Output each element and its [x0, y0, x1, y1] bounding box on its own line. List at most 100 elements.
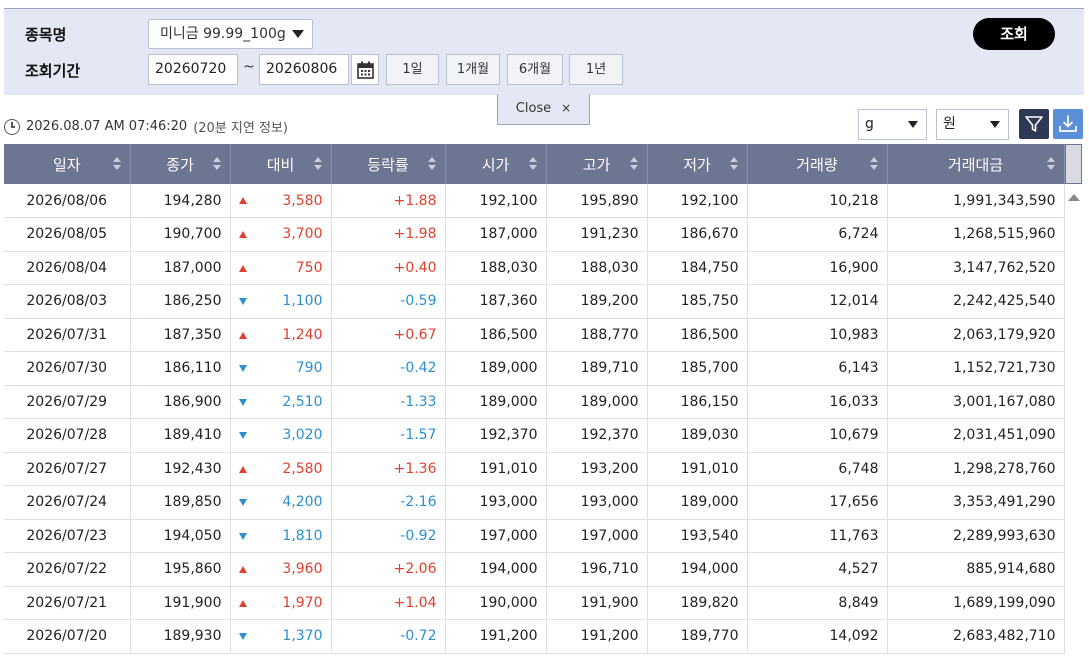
table-row[interactable]: 2026/07/22 195,860 3,960 +2.06 194,000 196,71… — [4, 552, 1065, 587]
column-header-label: 시가 — [481, 155, 510, 174]
change-value: 4,200 — [282, 494, 323, 511]
period-label: 조회기간 — [25, 62, 81, 80]
close-cell: 190,700 — [130, 217, 231, 252]
table-row[interactable]: 2026/07/28 189,410 3,020 -1.57 192,370 192,37… — [4, 418, 1065, 453]
open-cell: 189,000 — [445, 385, 547, 419]
column-header[interactable]: 거래대금 — [887, 144, 1065, 184]
scroll-up-arrow-icon[interactable] — [1068, 194, 1080, 201]
table-row[interactable]: 2026/07/20 189,930 1,370 -0.72 191,200 191,20… — [4, 619, 1065, 654]
amount-cell: 3,147,762,520 — [887, 251, 1065, 285]
vertical-scrollbar[interactable] — [1065, 144, 1082, 660]
high-cell: 195,890 — [546, 184, 648, 218]
weight-unit-select[interactable]: g — [858, 109, 927, 140]
triangle-down-icon — [238, 298, 247, 305]
table-row[interactable]: 2026/07/23 194,050 1,810 -0.92 197,000 197,00… — [4, 519, 1065, 553]
period-button-6m[interactable]: 6개월 — [507, 54, 563, 85]
table-row[interactable]: 2026/08/04 187,000 750 +0.40 188,030 188,030 1… — [4, 251, 1065, 285]
high-cell: 197,000 — [546, 519, 648, 553]
triangle-up-icon — [238, 231, 247, 238]
low-cell: 186,150 — [647, 385, 748, 419]
filter-button[interactable] — [1019, 109, 1049, 139]
column-header[interactable]: 종가 — [130, 144, 231, 184]
column-header[interactable]: 시가 — [445, 144, 547, 184]
change-cell: 1,970 — [230, 586, 332, 620]
period-button-1y[interactable]: 1년 — [569, 54, 623, 85]
column-header[interactable]: 일자 — [4, 144, 131, 184]
change-value: 1,370 — [282, 628, 323, 645]
sort-icon[interactable] — [112, 157, 121, 171]
table-row[interactable]: 2026/07/21 191,900 1,970 +1.04 190,000 191,90… — [4, 586, 1065, 620]
change-value: 3,020 — [282, 427, 323, 444]
close-cell: 187,350 — [130, 318, 231, 352]
weight-unit-value: g — [865, 116, 874, 132]
date-cell: 2026/07/29 — [4, 385, 131, 419]
rate-cell: -0.42 — [331, 351, 446, 386]
high-cell: 192,370 — [546, 418, 648, 453]
open-cell: 190,000 — [445, 586, 547, 620]
sort-icon[interactable] — [1046, 157, 1055, 171]
table-row[interactable]: 2026/08/05 190,700 3,700 +1.98 187,000 191,23… — [4, 217, 1065, 252]
product-select[interactable]: 미니금 99.99_100g — [148, 19, 313, 49]
table-row[interactable]: 2026/07/31 187,350 1,240 +0.67 186,500 188,77… — [4, 318, 1065, 352]
sort-icon[interactable] — [212, 157, 221, 171]
table-body: 2026/08/06 194,280 3,580 +1.88 192,100 195,89… — [4, 184, 1065, 654]
sort-icon[interactable] — [313, 157, 322, 171]
sort-icon[interactable] — [869, 157, 878, 171]
open-cell: 193,000 — [445, 485, 547, 520]
column-header-label: 종가 — [166, 155, 194, 174]
column-header[interactable]: 고가 — [546, 144, 648, 184]
close-cell: 191,900 — [130, 586, 231, 620]
download-button[interactable] — [1053, 109, 1083, 139]
change-value: 1,100 — [282, 293, 323, 310]
sort-icon[interactable] — [629, 157, 638, 171]
rate-cell: +0.40 — [331, 251, 446, 285]
low-cell: 189,030 — [647, 418, 748, 453]
table-row[interactable]: 2026/07/24 189,850 4,200 -2.16 193,000 193,00… — [4, 485, 1065, 520]
close-icon: × — [561, 101, 572, 115]
sort-icon[interactable] — [528, 157, 537, 171]
date-to-input[interactable]: 20260806 — [259, 54, 349, 85]
table-row[interactable]: 2026/07/27 192,430 2,580 +1.36 191,010 193,20… — [4, 452, 1065, 486]
currency-unit-select[interactable]: 원 — [936, 109, 1009, 140]
high-cell: 189,000 — [546, 385, 648, 419]
rate-cell: -0.92 — [331, 519, 446, 553]
open-cell: 189,000 — [445, 351, 547, 386]
delay-note: (20분 지연 정보) — [193, 121, 288, 136]
table-row[interactable]: 2026/08/06 194,280 3,580 +1.88 192,100 195,89… — [4, 184, 1065, 218]
column-header[interactable]: 대비 — [230, 144, 332, 184]
low-cell: 185,750 — [647, 284, 748, 319]
calendar-button[interactable] — [351, 54, 379, 85]
column-header[interactable]: 등락률 — [331, 144, 446, 184]
change-value: 750 — [295, 259, 323, 276]
scrollbar-thumb[interactable] — [1066, 145, 1081, 183]
period-button-1m[interactable]: 1개월 — [446, 54, 500, 85]
triangle-up-icon — [238, 264, 247, 272]
low-cell: 193,540 — [647, 519, 748, 553]
open-cell: 194,000 — [445, 552, 547, 587]
period-button-1d[interactable]: 1일 — [386, 54, 439, 85]
timestamp-info: 2026.08.07 AM 07:46:20 (20분 지연 정보) — [4, 117, 288, 136]
volume-cell: 14,092 — [747, 619, 888, 654]
date-from-input[interactable]: 20260720 — [148, 54, 238, 85]
change-cell: 1,810 — [230, 519, 332, 553]
column-header[interactable]: 거래량 — [747, 144, 888, 184]
change-value: 2,510 — [282, 393, 323, 410]
sort-icon[interactable] — [729, 157, 738, 171]
high-cell: 196,710 — [546, 552, 648, 587]
dropdown-caret-icon — [292, 30, 304, 38]
column-header[interactable]: 저가 — [647, 144, 748, 184]
table-row[interactable]: 2026/07/30 186,110 790 -0.42 189,000 189,710 1… — [4, 351, 1065, 386]
close-panel-tab[interactable]: Close × — [497, 94, 590, 125]
column-header-label: 고가 — [582, 155, 611, 174]
amount-cell: 3,353,491,290 — [887, 485, 1065, 520]
sort-icon[interactable] — [427, 157, 436, 171]
query-button[interactable]: 조회 — [973, 18, 1055, 50]
rate-cell: +0.67 — [331, 318, 446, 352]
rate-cell: +1.98 — [331, 217, 446, 252]
column-header-label: 거래대금 — [947, 155, 1004, 174]
amount-cell: 2,289,993,630 — [887, 519, 1065, 553]
table-row[interactable]: 2026/08/03 186,250 1,100 -0.59 187,360 189,20… — [4, 284, 1065, 319]
triangle-up-icon — [238, 465, 247, 473]
table-row[interactable]: 2026/07/29 186,900 2,510 -1.33 189,000 189,00… — [4, 385, 1065, 419]
low-cell: 186,500 — [647, 318, 748, 352]
